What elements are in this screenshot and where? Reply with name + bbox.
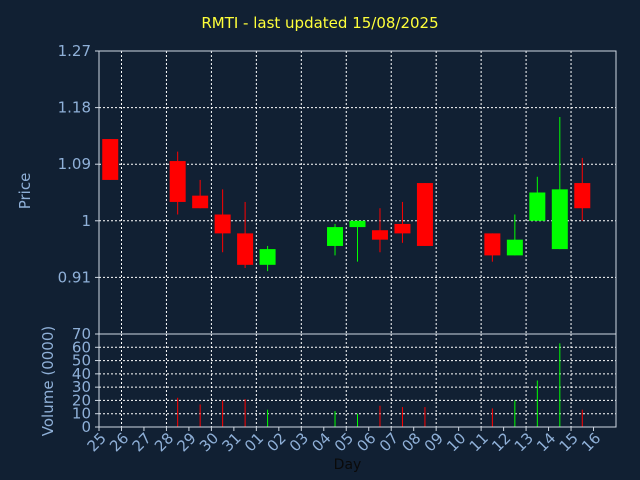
volume-panel [99,334,616,427]
candle-body [237,233,254,265]
candle-body [192,195,209,209]
candle-body [394,223,411,234]
candle-body [506,239,523,256]
price-tick-label: 0.91 [58,268,91,286]
price-tick-label: 1.27 [58,42,91,60]
price-tick-label: 1.09 [58,155,91,173]
candle-body [484,233,501,256]
candle-body [349,220,366,228]
candle-body [169,161,186,202]
volume-tick-label: 0 [81,418,91,436]
candle-body [327,227,344,246]
candle-body [551,189,568,250]
candle-body [574,183,591,209]
candle-body [416,183,433,246]
candle-body [259,249,276,265]
candlestick-chart: 1.271.181.0910.9170605040302010025262728… [58,42,617,455]
price-tick-label: 1.18 [58,99,91,117]
price-tick-label: 1 [81,212,91,230]
candle-body [529,192,546,221]
candle-body [214,214,231,234]
candle-body [102,139,119,180]
x-tick-label: 16 [578,429,604,455]
candle-body [371,230,388,240]
